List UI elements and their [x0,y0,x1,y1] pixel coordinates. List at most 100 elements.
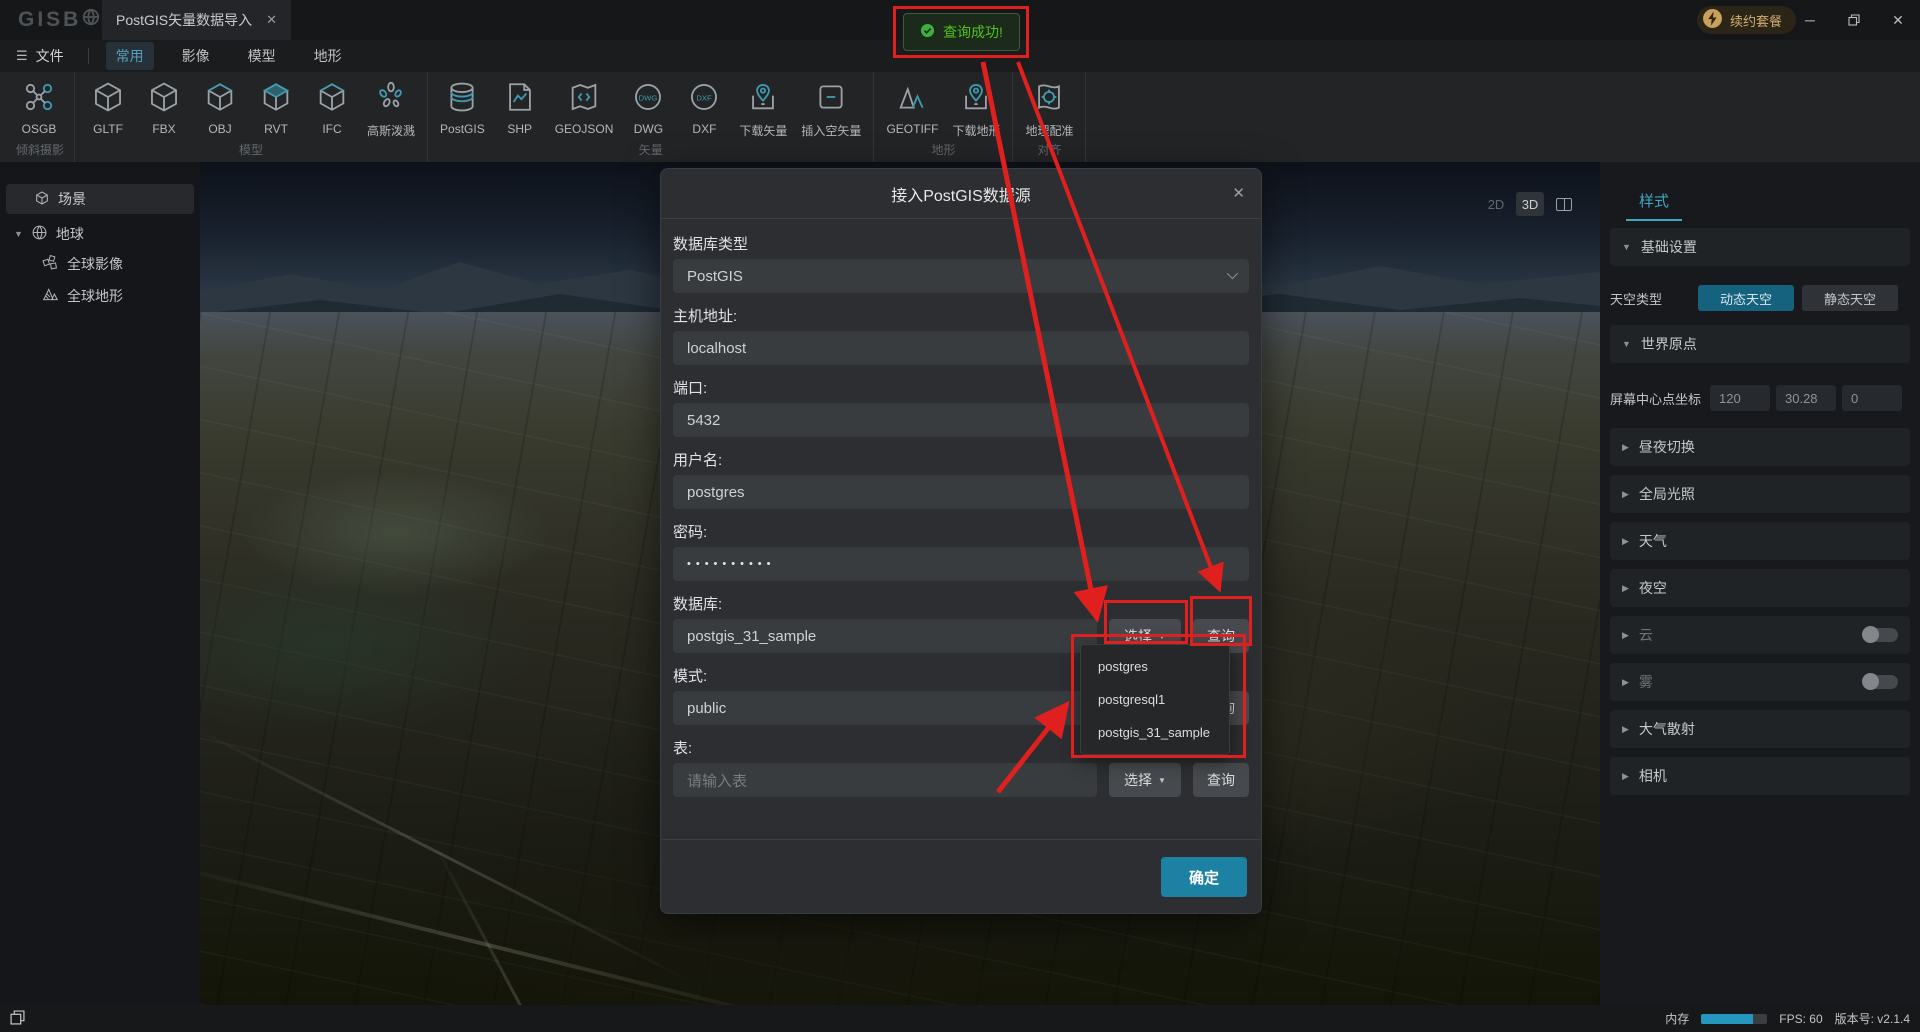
ribbon-item-DWG[interactable]: DWG DWG [625,80,671,139]
hamburger-icon: ☰ [16,48,28,63]
section-basic-settings[interactable]: ▼ 基础设置 [1610,228,1910,266]
ribbon-item-label: IFC [322,122,342,136]
ribbon-item-高斯泼溅[interactable]: 高斯泼溅 [365,80,417,139]
ribbon-item-GLTF[interactable]: GLTF [85,80,131,139]
field-input-7[interactable]: 请输入表 [673,763,1097,797]
globe-icon [31,224,48,244]
ribbon-group: GEOTIFF 下载地形 地形 [874,72,1014,162]
section-大气散射[interactable]: ▶ 大气散射 [1610,710,1910,748]
box-icon [315,80,349,119]
caret-right-icon: ▶ [1622,723,1629,734]
section-天气[interactable]: ▶ 天气 [1610,522,1910,560]
ribbon-item-label: 下载地形 [952,124,1001,138]
ribbon-item-地理配准[interactable]: 地理配准 [1023,80,1075,139]
view-mode-switcher: 2D 3D [1482,192,1578,216]
logo-globe-icon [82,8,100,32]
ribbon-item-DXF[interactable]: DXF DXF [681,80,727,139]
ribbon-item-GEOJSON[interactable]: GEOJSON [553,80,616,139]
caret-down-icon[interactable]: ▼ [14,229,23,239]
file-menu[interactable]: ☰ 文件 [0,46,80,66]
toggle-switch-off[interactable] [1862,673,1898,690]
ok-button[interactable]: 确定 [1161,857,1247,897]
field-input-5[interactable]: postgis_31_sample [673,619,1097,653]
section-昼夜切换[interactable]: ▶ 昼夜切换 [1610,428,1910,466]
field-label: 用户名: [673,452,723,469]
database-type-select[interactable]: PostGIS [673,259,1249,293]
database-icon [445,80,479,119]
menu-tab-terrain[interactable]: 地形 [304,42,352,70]
document-tab[interactable]: PostGIS矢量数据导入 ✕ [102,0,292,40]
ribbon-item-下载地形[interactable]: 下载地形 [950,80,1002,139]
dropdown-item-postgresql1[interactable]: postgresql1 [1081,683,1229,716]
section-world-origin[interactable]: ▼ 世界原点 [1610,325,1910,363]
ribbon-item-FBX[interactable]: FBX [141,80,187,139]
menu-tab-model[interactable]: 模型 [238,42,286,70]
ribbon-item-OBJ[interactable]: OBJ [197,80,243,139]
view-3d-button[interactable]: 3D [1516,192,1544,216]
ribbon-item-GEOTIFF[interactable]: GEOTIFF [884,80,940,139]
ribbon-toolbar: OSGB 倾斜摄影 GLTF FBX OBJ RVT IFC 高斯泼溅 模型 PostGIS SHP… [0,72,1920,162]
caret-right-icon: ▶ [1622,770,1629,781]
view-2d-button[interactable]: 2D [1482,192,1510,216]
ribbon-item-label: GEOJSON [554,122,614,136]
section-label: 大气散射 [1638,721,1695,737]
ribbon-item-OSGB[interactable]: OSGB [16,80,62,139]
section-label: 雾 [1638,674,1653,690]
status-bar: 内存 FPS: 60 版本号: v2.1.4 [0,1005,1920,1032]
section-雾[interactable]: ▶ 雾 [1610,663,1910,701]
dialog-footer: 确定 [661,839,1261,913]
dropdown-item-postgres[interactable]: postgres [1081,650,1229,683]
field-input-1[interactable]: localhost [673,331,1249,365]
toggle-switch-off[interactable] [1862,626,1898,643]
section-全局光照[interactable]: ▶ 全局光照 [1610,475,1910,513]
ribbon-item-label: GEOTIFF [886,122,939,136]
layers-icon[interactable] [10,1009,25,1028]
scene-panel-header[interactable]: 场景 [6,184,194,214]
restore-button[interactable] [1832,0,1876,40]
coord-z-field[interactable]: 0 [1842,385,1902,411]
field-input-3[interactable]: postgres [673,475,1249,509]
ribbon-item-SHP[interactable]: SHP [497,80,543,139]
static-sky-button[interactable]: 静态天空 [1802,285,1898,311]
ribbon-group-label: 矢量 [638,143,663,157]
database-dropdown-list: postgres postgresql1 postgis_31_sample [1080,644,1230,755]
lightning-icon [1702,8,1723,32]
terrain-icon [42,286,59,306]
field-input-6[interactable]: public [673,691,1097,725]
ribbon-item-IFC[interactable]: IFC [309,80,355,139]
dialog-close-icon[interactable]: ✕ [1232,184,1245,202]
tree-item-earth[interactable]: ▼ 地球 [14,224,84,244]
close-button[interactable]: ✕ [1876,0,1920,40]
tree-item-global-imagery[interactable]: 全球影像 [42,254,123,274]
dropdown-item-postgis_31_sample[interactable]: postgis_31_sample [1081,716,1229,749]
ribbon-item-PostGIS[interactable]: PostGIS [438,80,487,139]
field-label: 数据库类型 [673,236,749,253]
tab-style[interactable]: 样式 [1626,190,1682,221]
field-input-4[interactable]: •••••••••• [673,547,1249,581]
select-button[interactable]: 选择▼ [1109,763,1181,797]
menu-tab-common[interactable]: 常用 [105,42,154,70]
dialog-field: 端口: 5432 [673,377,1249,437]
ribbon-item-插入空矢量[interactable]: 插入空矢量 [799,80,863,139]
coord-x-field[interactable]: 120 [1710,385,1770,411]
ribbon-item-label: RVT [264,122,288,136]
section-相机[interactable]: ▶ 相机 [1610,757,1910,795]
tree-item-global-terrain[interactable]: 全球地形 [42,286,123,306]
split-view-button[interactable] [1550,192,1578,216]
minimize-button[interactable]: ─ [1788,0,1832,40]
tree-item-label: 全球影像 [67,256,123,272]
style-panel: 样式 ▼ 基础设置 天空类型 动态天空 静态天空 ▼ 世界原点 屏幕中心点坐标 … [1600,162,1920,1005]
ribbon-item-RVT[interactable]: RVT [253,80,299,139]
menu-tab-imagery[interactable]: 影像 [172,42,220,70]
renew-plan-button[interactable]: 续约套餐 [1696,6,1796,34]
dynamic-sky-button[interactable]: 动态天空 [1698,285,1794,311]
section-夜空[interactable]: ▶ 夜空 [1610,569,1910,607]
field-input-2[interactable]: 5432 [673,403,1249,437]
ribbon-item-下载矢量[interactable]: 下载矢量 [737,80,789,139]
shapefile-icon [503,80,537,119]
tab-close-icon[interactable]: ✕ [266,12,277,28]
query-button[interactable]: 查询 [1193,763,1249,797]
split-view-icon [1556,197,1572,211]
section-云[interactable]: ▶ 云 [1610,616,1910,654]
coord-y-field[interactable]: 30.28 [1776,385,1836,411]
